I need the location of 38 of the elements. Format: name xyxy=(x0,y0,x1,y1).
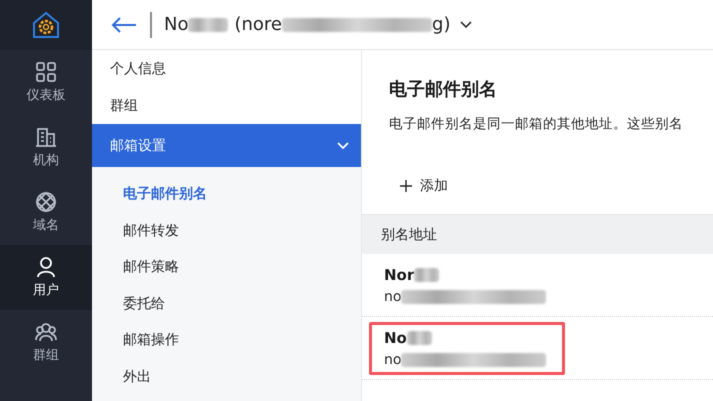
redaction-blur xyxy=(414,268,440,282)
sidebar-item[interactable]: 群组 xyxy=(0,310,92,375)
add-button[interactable]: 添加 xyxy=(396,175,452,197)
menu-item[interactable]: 群组 xyxy=(92,87,361,124)
alias-name: No xyxy=(384,328,407,346)
redaction-blur xyxy=(188,18,228,32)
alias-email: no xyxy=(384,288,402,304)
chevron-down-icon[interactable] xyxy=(460,20,472,28)
sidebar-item[interactable]: 机构 xyxy=(0,115,92,180)
menu-item[interactable]: 邮箱设置 xyxy=(92,124,361,167)
submenu-item[interactable]: 邮件策略 xyxy=(92,249,361,286)
page-title: 电子邮件别名 xyxy=(389,78,498,101)
user-name: No xyxy=(164,14,188,35)
globe-icon xyxy=(35,191,57,213)
people-icon xyxy=(35,321,57,343)
submenu-item[interactable]: 邮件转发 xyxy=(92,212,361,249)
grid-icon xyxy=(35,61,57,83)
address-end: g) xyxy=(432,14,450,35)
submenu-item[interactable]: 外出 xyxy=(92,358,361,395)
sidebar-item[interactable]: 域名 xyxy=(0,180,92,245)
alias-email: no xyxy=(384,352,402,368)
chevron-down-icon xyxy=(337,142,349,150)
column-header: 别名地址 xyxy=(381,226,437,244)
building-icon xyxy=(35,126,57,148)
plus-icon xyxy=(400,180,412,192)
sidebar-item[interactable]: 用户 xyxy=(0,245,92,310)
person-icon xyxy=(35,256,57,278)
sidebar-item[interactable]: 仪表板 xyxy=(0,50,92,115)
menu-item[interactable]: 个人信息 xyxy=(92,50,361,87)
alias-name: Nor xyxy=(384,266,414,284)
submenu-item[interactable]: 邮箱操作 xyxy=(92,322,361,358)
submenu-item[interactable]: 电子邮件别名 xyxy=(92,176,361,212)
redaction-blur xyxy=(406,330,432,344)
address-start: (nore xyxy=(234,14,282,35)
page-description: 电子邮件别名是同一邮箱的其他地址。这些别名 xyxy=(389,115,684,133)
logo-icon xyxy=(31,10,61,40)
submenu-item[interactable]: 委托给 xyxy=(92,286,361,322)
back-arrow-icon[interactable] xyxy=(111,16,137,32)
